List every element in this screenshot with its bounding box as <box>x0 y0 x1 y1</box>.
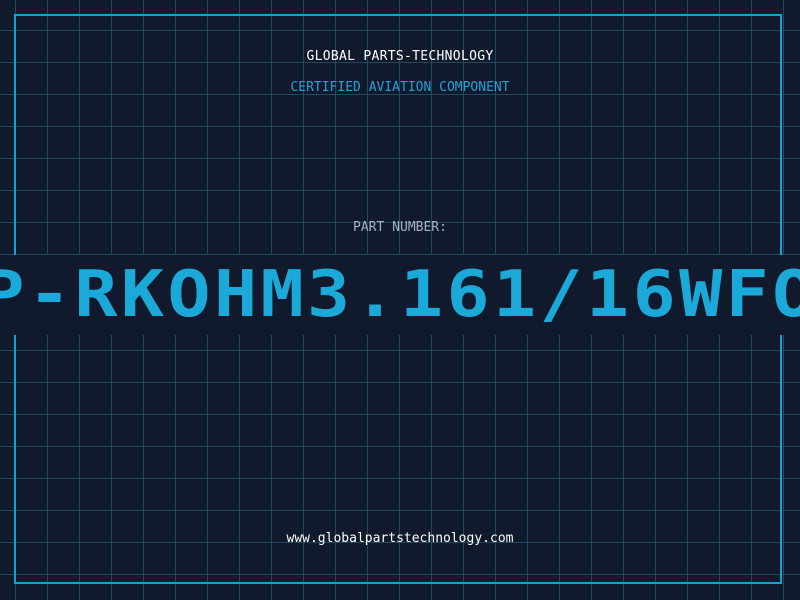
company-name: GLOBAL PARTS-TECHNOLOGY <box>306 49 494 64</box>
part-number-value: P-RKOHM3.161/16WFO <box>0 258 800 332</box>
website-url: www.globalpartstechnology.com <box>286 531 514 546</box>
part-number-label: PART NUMBER: <box>353 220 447 235</box>
certification-subtitle: CERTIFIED AVIATION COMPONENT <box>290 80 510 95</box>
part-number-band: P-RKOHM3.161/16WFO <box>0 255 800 335</box>
